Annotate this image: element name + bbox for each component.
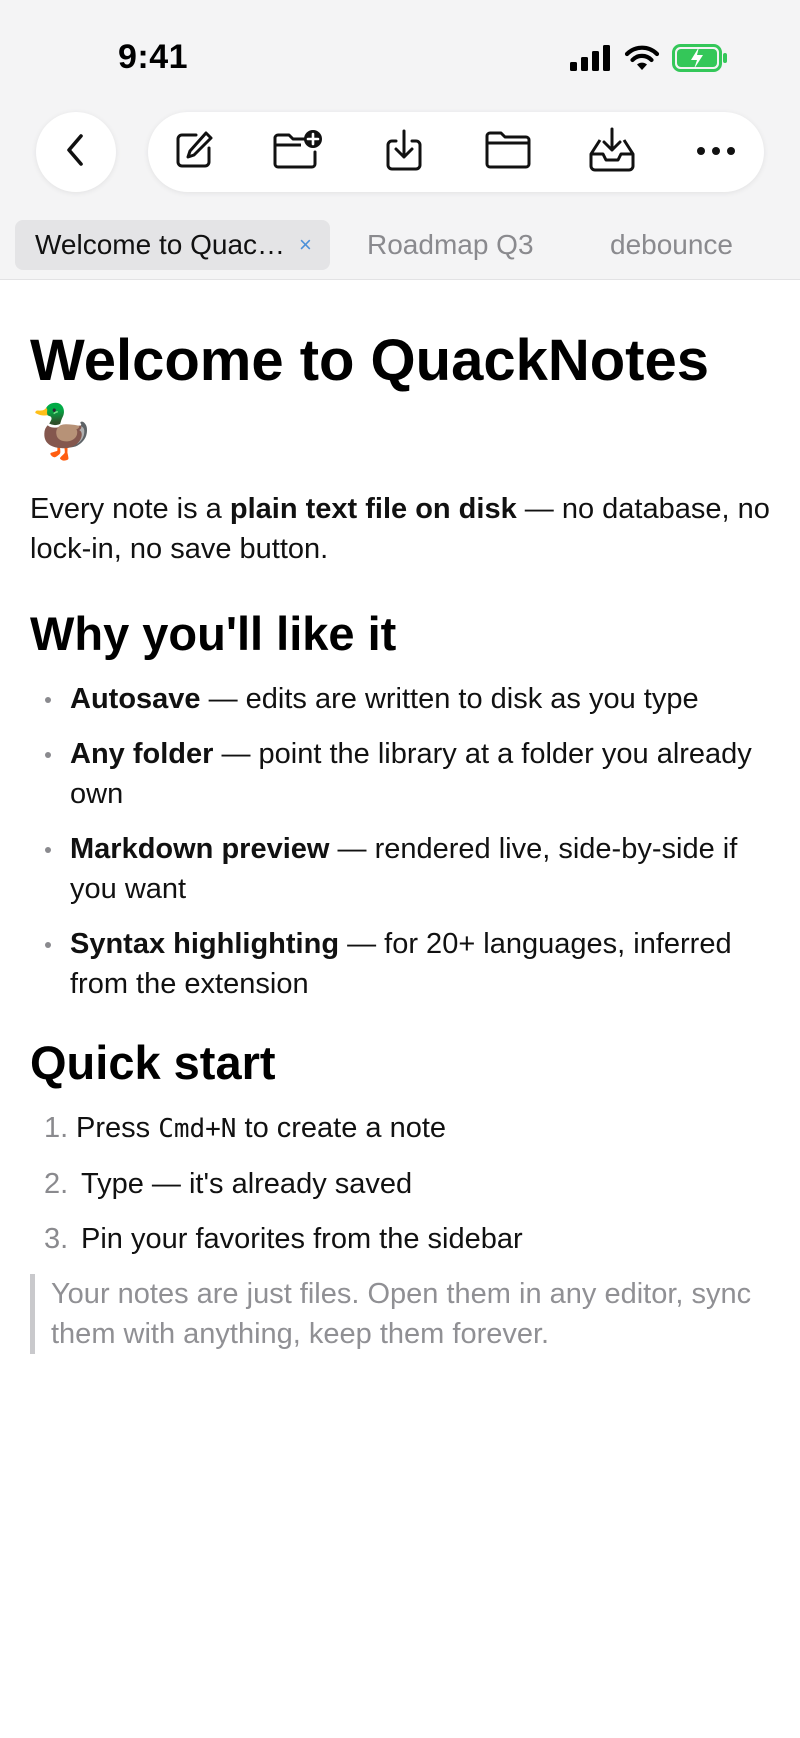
- bullet: [45, 847, 51, 853]
- duck-emoji: 🦆: [30, 403, 95, 461]
- list-item: 3. Pin your favorites from the sidebar: [44, 1223, 523, 1255]
- status-time: 9:41: [118, 38, 189, 76]
- tab-label: Welcome to Quac…: [35, 229, 286, 260]
- download-tray-icon: [382, 127, 426, 178]
- cellular-signal-icon: [570, 45, 612, 76]
- steps-list: 1. Press Cmd+N to create a note 2. Type — …: [30, 1108, 778, 1259]
- list-item: Any folder — point the library at a fold…: [30, 734, 778, 814]
- list-item: 2. Type — it's already saved: [44, 1168, 413, 1200]
- compose-icon: [172, 128, 216, 177]
- note-title: Welcome to QuackNotes: [30, 328, 710, 393]
- status-indicators: [570, 44, 728, 77]
- list-item: Syntax highlighting — for 20+ languages,…: [30, 924, 778, 1004]
- tab-welcome[interactable]: Welcome to Quac… ×: [15, 220, 330, 270]
- inbox-button[interactable]: [586, 126, 638, 179]
- chevron-left-icon: [61, 132, 91, 173]
- import-button[interactable]: [378, 128, 430, 176]
- new-folder-button[interactable]: [272, 128, 324, 176]
- open-folder-button[interactable]: [482, 128, 534, 176]
- more-button[interactable]: [690, 128, 742, 176]
- inbox-download-icon: [586, 126, 638, 179]
- list-item: Autosave — edits are written to disk as …: [30, 679, 778, 719]
- toolbar: [0, 112, 800, 194]
- tab-debounce[interactable]: debounce: [610, 220, 733, 270]
- close-icon[interactable]: ×: [299, 232, 312, 258]
- tab-roadmap[interactable]: Roadmap Q3: [367, 220, 534, 270]
- battery-charging-icon: [672, 44, 728, 77]
- list-item: 1. Press Cmd+N to create a note: [44, 1112, 447, 1144]
- bullet: [45, 752, 51, 758]
- bullet: [45, 697, 51, 703]
- section-heading-why: Why you'll like it: [30, 607, 397, 660]
- note-content[interactable]: Welcome to QuackNotes 🦆 Every note is a …: [30, 325, 778, 1354]
- blockquote: Your notes are just files. Open them in …: [30, 1274, 778, 1354]
- wifi-icon: [624, 45, 660, 76]
- section-heading-quick-start: Quick start: [30, 1036, 276, 1089]
- app-chrome: 9:41 Welcome to Quac… × Roadmap Q3 debou…: [0, 0, 800, 280]
- back-button[interactable]: [36, 112, 116, 192]
- tab-label: Roadmap Q3: [367, 229, 534, 260]
- folder-icon: [483, 130, 533, 175]
- bullet: [45, 942, 51, 948]
- new-note-button[interactable]: [168, 128, 220, 176]
- status-bar: 9:41: [0, 0, 800, 110]
- list-item: Markdown preview — rendered live, side-b…: [30, 829, 778, 909]
- tool-group: [148, 112, 764, 192]
- feature-list: Autosave — edits are written to disk as …: [30, 679, 778, 1004]
- intro-paragraph: Every note is a plain text file on disk …: [30, 493, 770, 565]
- ellipsis-icon: [696, 143, 736, 161]
- tab-bar: Welcome to Quac… × Roadmap Q3 debounce: [0, 220, 800, 272]
- folder-plus-icon: [271, 128, 325, 177]
- tab-label: debounce: [610, 229, 734, 260]
